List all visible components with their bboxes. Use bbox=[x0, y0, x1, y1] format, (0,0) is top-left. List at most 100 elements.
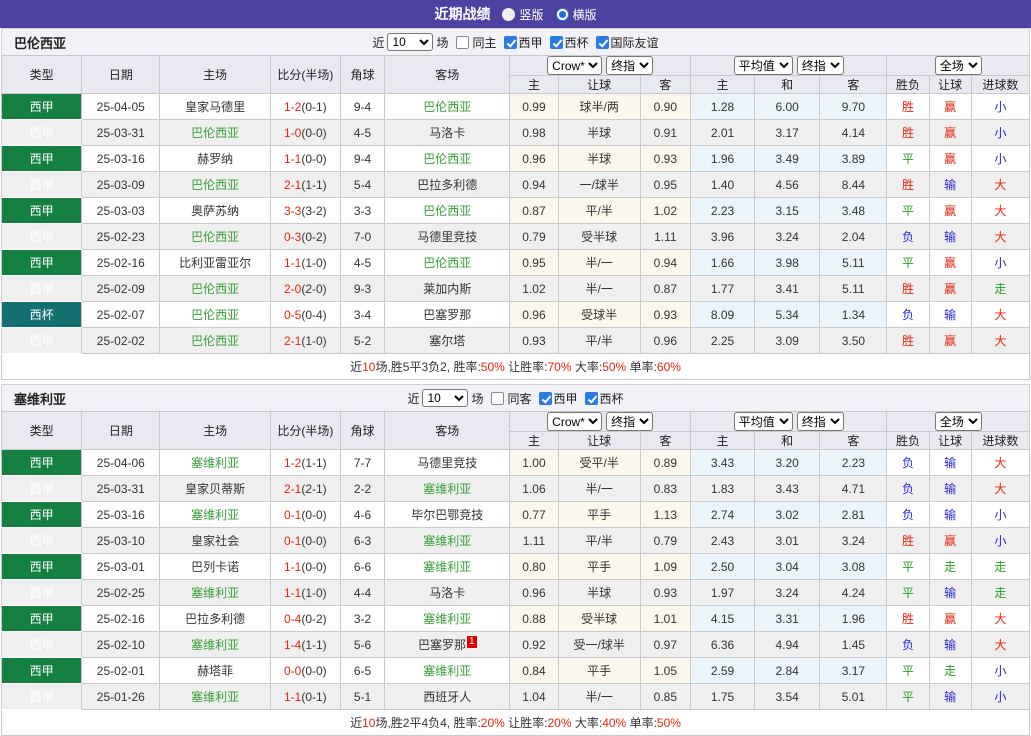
same-venue-checkbox[interactable] bbox=[491, 392, 504, 405]
league-badge: 西甲 bbox=[2, 580, 82, 606]
result-value: 赢 bbox=[944, 534, 956, 548]
league-badge: 西甲 bbox=[2, 684, 82, 710]
home-team: 巴列卡诺 bbox=[191, 560, 239, 574]
fulltime-select[interactable]: 全场 bbox=[935, 56, 982, 75]
result-value: 大 bbox=[994, 638, 1006, 652]
avg-draw-odds: 3.20 bbox=[755, 450, 820, 476]
sub-col-header: 客 bbox=[640, 432, 690, 450]
home-team: 赫罗纳 bbox=[197, 152, 233, 166]
same-venue-label: 同客 bbox=[507, 390, 531, 407]
home-team-cell: 皇家贝蒂斯 bbox=[160, 476, 270, 502]
league-checkbox[interactable] bbox=[539, 392, 552, 405]
away-team-cell: 塞维利亚 bbox=[385, 528, 510, 554]
fulltime-select[interactable]: 全场 bbox=[935, 412, 982, 431]
result-outcome: 胜 bbox=[887, 120, 929, 146]
crow-odds-select[interactable]: Crow* bbox=[547, 56, 602, 75]
table-row: 西甲25-03-03奥萨苏纳3-3(3-2)3-3巴伦西亚0.87平/半1.02… bbox=[2, 198, 1030, 224]
sub-col-header: 进球数 bbox=[971, 432, 1029, 450]
league-badge: 西甲 bbox=[2, 198, 82, 224]
avg-home-odds: 3.96 bbox=[690, 224, 754, 250]
fulltime-score: 0-5 bbox=[284, 308, 301, 322]
league-checkbox[interactable] bbox=[550, 36, 563, 49]
crow-odds-select[interactable]: Crow* bbox=[547, 412, 602, 431]
crow-home-odds: 0.99 bbox=[510, 94, 558, 120]
matches-count-select[interactable]: 10 bbox=[422, 389, 468, 407]
result-value: 小 bbox=[994, 508, 1006, 522]
home-team-cell: 巴伦西亚 bbox=[160, 302, 270, 328]
radio-selected-icon[interactable] bbox=[556, 8, 569, 21]
result-value: 小 bbox=[994, 126, 1006, 140]
same-venue-checkbox[interactable] bbox=[456, 36, 469, 49]
avg-draw-odds: 2.84 bbox=[755, 658, 820, 684]
away-team-cell: 巴伦西亚 bbox=[385, 250, 510, 276]
average-select[interactable]: 平均值 bbox=[734, 412, 793, 431]
corner-score: 3-4 bbox=[340, 302, 384, 328]
home-team-cell: 巴伦西亚 bbox=[160, 224, 270, 250]
final-index-select[interactable]: 终指 bbox=[606, 56, 653, 75]
crow-handicap: 半/一 bbox=[558, 684, 640, 710]
home-team: 巴伦西亚 bbox=[191, 126, 239, 140]
away-team-cell: 塞维利亚 bbox=[385, 658, 510, 684]
league-checkbox[interactable] bbox=[585, 392, 598, 405]
team-name: 巴伦西亚 bbox=[14, 33, 66, 52]
crow-handicap: 一/球半 bbox=[558, 172, 640, 198]
away-team: 马德里竞技 bbox=[417, 456, 477, 470]
result-value: 赢 bbox=[944, 204, 956, 218]
result-handicap: 输 bbox=[929, 684, 971, 710]
average-select[interactable]: 平均值 bbox=[734, 56, 793, 75]
layout-radio-vertical[interactable]: 竖版 bbox=[502, 6, 543, 23]
match-date: 25-03-01 bbox=[82, 554, 160, 580]
away-team: 巴伦西亚 bbox=[423, 256, 471, 270]
result-value: 输 bbox=[944, 690, 956, 704]
crow-home-odds: 0.93 bbox=[510, 328, 558, 354]
sub-col-header: 进球数 bbox=[971, 76, 1029, 94]
home-team-cell: 塞维利亚 bbox=[160, 502, 270, 528]
crow-home-odds: 1.11 bbox=[510, 528, 558, 554]
league-badge: 西甲 bbox=[2, 120, 82, 146]
table-row: 西甲25-01-26塞维利亚1-1(0-1)5-1西班牙人1.04半/一0.85… bbox=[2, 684, 1030, 710]
final-index-select-2[interactable]: 终指 bbox=[797, 56, 844, 75]
away-team-cell: 巴塞罗那1 bbox=[385, 632, 510, 658]
away-team: 巴伦西亚 bbox=[423, 204, 471, 218]
sub-col-header: 客 bbox=[640, 76, 690, 94]
sub-col-header: 让球 bbox=[558, 76, 640, 94]
crow-home-odds: 0.95 bbox=[510, 250, 558, 276]
league-checkbox[interactable] bbox=[504, 36, 517, 49]
matches-count-select[interactable]: 10 bbox=[387, 33, 433, 51]
home-team: 奥萨苏纳 bbox=[191, 204, 239, 218]
league-checkbox[interactable] bbox=[596, 36, 609, 49]
result-goals: 大 bbox=[971, 632, 1029, 658]
radio-unselected-icon[interactable] bbox=[502, 8, 515, 21]
layout-radio-horizontal[interactable]: 横版 bbox=[556, 6, 597, 23]
table-row: 西甲25-02-02巴伦西亚2-1(1-0)5-2塞尔塔0.93平/半0.962… bbox=[2, 328, 1030, 354]
final-index-select-2[interactable]: 终指 bbox=[797, 412, 844, 431]
filter-prefix-label: 近 bbox=[407, 390, 419, 407]
summary-part: 10 bbox=[362, 716, 375, 730]
sub-col-header: 胜负 bbox=[887, 432, 929, 450]
crow-home-odds: 0.88 bbox=[510, 606, 558, 632]
home-team-cell: 赫罗纳 bbox=[160, 146, 270, 172]
league-checkbox-label: 西甲 bbox=[554, 390, 578, 407]
sub-col-header: 和 bbox=[755, 76, 820, 94]
section-header: 巴伦西亚近10场同主西甲西杯国际友谊 bbox=[1, 28, 1030, 55]
result-handicap: 输 bbox=[929, 632, 971, 658]
result-handicap: 输 bbox=[929, 580, 971, 606]
table-row: 西甲25-02-16比利亚雷亚尔1-1(1-0)4-5巴伦西亚0.95半/一0.… bbox=[2, 250, 1030, 276]
final-index-select[interactable]: 终指 bbox=[606, 412, 653, 431]
col-header-4: 角球 bbox=[340, 412, 384, 450]
result-value: 输 bbox=[944, 230, 956, 244]
crow-home-odds: 1.02 bbox=[510, 276, 558, 302]
col-header-0: 类型 bbox=[2, 56, 82, 94]
crow-handicap: 半球 bbox=[558, 580, 640, 606]
result-handicap: 走 bbox=[929, 658, 971, 684]
avg-away-odds: 8.44 bbox=[820, 172, 887, 198]
col-header-1: 日期 bbox=[82, 56, 160, 94]
crow-odds-header: Crow*终指 bbox=[510, 412, 691, 432]
score-cell: 0-3(0-2) bbox=[270, 224, 340, 250]
crow-home-odds: 0.94 bbox=[510, 172, 558, 198]
match-date: 25-03-16 bbox=[82, 502, 160, 528]
filter-suffix-label: 场 bbox=[471, 390, 483, 407]
match-date: 25-03-10 bbox=[82, 528, 160, 554]
result-value: 平 bbox=[902, 664, 914, 678]
score-cell: 0-1(0-0) bbox=[270, 502, 340, 528]
